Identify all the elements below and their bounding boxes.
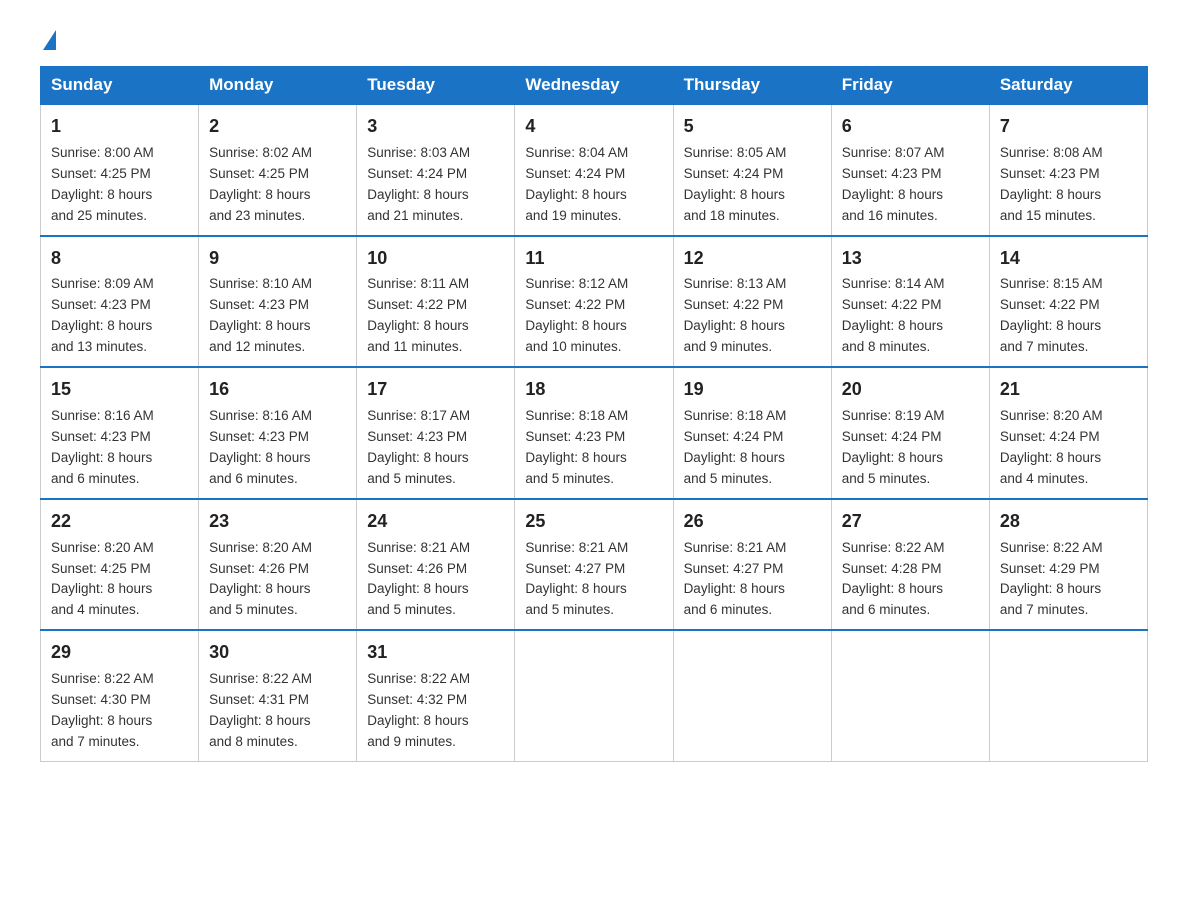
calendar-cell: 24Sunrise: 8:21 AMSunset: 4:26 PMDayligh… xyxy=(357,499,515,631)
calendar-cell: 16Sunrise: 8:16 AMSunset: 4:23 PMDayligh… xyxy=(199,367,357,499)
calendar-cell xyxy=(989,630,1147,761)
calendar-cell: 25Sunrise: 8:21 AMSunset: 4:27 PMDayligh… xyxy=(515,499,673,631)
calendar-header-row: SundayMondayTuesdayWednesdayThursdayFrid… xyxy=(41,67,1148,105)
day-number: 16 xyxy=(209,376,346,404)
calendar-cell: 12Sunrise: 8:13 AMSunset: 4:22 PMDayligh… xyxy=(673,236,831,368)
calendar-cell: 18Sunrise: 8:18 AMSunset: 4:23 PMDayligh… xyxy=(515,367,673,499)
header-thursday: Thursday xyxy=(673,67,831,105)
day-number: 23 xyxy=(209,508,346,536)
day-number: 4 xyxy=(525,113,662,141)
calendar-cell: 27Sunrise: 8:22 AMSunset: 4:28 PMDayligh… xyxy=(831,499,989,631)
calendar-week-row: 15Sunrise: 8:16 AMSunset: 4:23 PMDayligh… xyxy=(41,367,1148,499)
calendar-week-row: 8Sunrise: 8:09 AMSunset: 4:23 PMDaylight… xyxy=(41,236,1148,368)
calendar-cell xyxy=(515,630,673,761)
calendar-cell: 14Sunrise: 8:15 AMSunset: 4:22 PMDayligh… xyxy=(989,236,1147,368)
header-monday: Monday xyxy=(199,67,357,105)
calendar-table: SundayMondayTuesdayWednesdayThursdayFrid… xyxy=(40,66,1148,762)
day-number: 26 xyxy=(684,508,821,536)
day-number: 15 xyxy=(51,376,188,404)
day-number: 10 xyxy=(367,245,504,273)
day-number: 21 xyxy=(1000,376,1137,404)
calendar-week-row: 22Sunrise: 8:20 AMSunset: 4:25 PMDayligh… xyxy=(41,499,1148,631)
calendar-cell: 7Sunrise: 8:08 AMSunset: 4:23 PMDaylight… xyxy=(989,104,1147,236)
calendar-cell: 30Sunrise: 8:22 AMSunset: 4:31 PMDayligh… xyxy=(199,630,357,761)
calendar-cell: 4Sunrise: 8:04 AMSunset: 4:24 PMDaylight… xyxy=(515,104,673,236)
day-number: 19 xyxy=(684,376,821,404)
logo-arrow-icon xyxy=(43,30,56,50)
day-number: 5 xyxy=(684,113,821,141)
calendar-cell: 11Sunrise: 8:12 AMSunset: 4:22 PMDayligh… xyxy=(515,236,673,368)
calendar-cell: 26Sunrise: 8:21 AMSunset: 4:27 PMDayligh… xyxy=(673,499,831,631)
header-sunday: Sunday xyxy=(41,67,199,105)
page-header xyxy=(40,30,1148,46)
calendar-cell: 5Sunrise: 8:05 AMSunset: 4:24 PMDaylight… xyxy=(673,104,831,236)
day-number: 29 xyxy=(51,639,188,667)
day-number: 25 xyxy=(525,508,662,536)
calendar-cell: 9Sunrise: 8:10 AMSunset: 4:23 PMDaylight… xyxy=(199,236,357,368)
calendar-cell: 31Sunrise: 8:22 AMSunset: 4:32 PMDayligh… xyxy=(357,630,515,761)
day-number: 11 xyxy=(525,245,662,273)
day-number: 3 xyxy=(367,113,504,141)
day-number: 17 xyxy=(367,376,504,404)
calendar-cell: 3Sunrise: 8:03 AMSunset: 4:24 PMDaylight… xyxy=(357,104,515,236)
calendar-cell xyxy=(673,630,831,761)
day-number: 31 xyxy=(367,639,504,667)
calendar-cell: 20Sunrise: 8:19 AMSunset: 4:24 PMDayligh… xyxy=(831,367,989,499)
header-saturday: Saturday xyxy=(989,67,1147,105)
day-number: 22 xyxy=(51,508,188,536)
day-number: 8 xyxy=(51,245,188,273)
calendar-week-row: 29Sunrise: 8:22 AMSunset: 4:30 PMDayligh… xyxy=(41,630,1148,761)
header-tuesday: Tuesday xyxy=(357,67,515,105)
day-number: 28 xyxy=(1000,508,1137,536)
calendar-cell: 29Sunrise: 8:22 AMSunset: 4:30 PMDayligh… xyxy=(41,630,199,761)
calendar-week-row: 1Sunrise: 8:00 AMSunset: 4:25 PMDaylight… xyxy=(41,104,1148,236)
day-number: 24 xyxy=(367,508,504,536)
calendar-cell: 8Sunrise: 8:09 AMSunset: 4:23 PMDaylight… xyxy=(41,236,199,368)
calendar-cell: 10Sunrise: 8:11 AMSunset: 4:22 PMDayligh… xyxy=(357,236,515,368)
logo-text xyxy=(40,30,56,52)
day-number: 2 xyxy=(209,113,346,141)
calendar-cell: 19Sunrise: 8:18 AMSunset: 4:24 PMDayligh… xyxy=(673,367,831,499)
day-number: 1 xyxy=(51,113,188,141)
calendar-cell: 6Sunrise: 8:07 AMSunset: 4:23 PMDaylight… xyxy=(831,104,989,236)
day-number: 20 xyxy=(842,376,979,404)
calendar-cell: 15Sunrise: 8:16 AMSunset: 4:23 PMDayligh… xyxy=(41,367,199,499)
calendar-cell: 22Sunrise: 8:20 AMSunset: 4:25 PMDayligh… xyxy=(41,499,199,631)
day-number: 18 xyxy=(525,376,662,404)
calendar-cell: 28Sunrise: 8:22 AMSunset: 4:29 PMDayligh… xyxy=(989,499,1147,631)
calendar-cell: 13Sunrise: 8:14 AMSunset: 4:22 PMDayligh… xyxy=(831,236,989,368)
day-number: 6 xyxy=(842,113,979,141)
calendar-cell: 17Sunrise: 8:17 AMSunset: 4:23 PMDayligh… xyxy=(357,367,515,499)
day-number: 27 xyxy=(842,508,979,536)
logo xyxy=(40,30,56,46)
day-number: 14 xyxy=(1000,245,1137,273)
calendar-cell: 2Sunrise: 8:02 AMSunset: 4:25 PMDaylight… xyxy=(199,104,357,236)
day-number: 7 xyxy=(1000,113,1137,141)
day-number: 30 xyxy=(209,639,346,667)
calendar-cell xyxy=(831,630,989,761)
calendar-cell: 21Sunrise: 8:20 AMSunset: 4:24 PMDayligh… xyxy=(989,367,1147,499)
header-wednesday: Wednesday xyxy=(515,67,673,105)
day-number: 13 xyxy=(842,245,979,273)
calendar-cell: 1Sunrise: 8:00 AMSunset: 4:25 PMDaylight… xyxy=(41,104,199,236)
day-number: 12 xyxy=(684,245,821,273)
day-number: 9 xyxy=(209,245,346,273)
calendar-cell: 23Sunrise: 8:20 AMSunset: 4:26 PMDayligh… xyxy=(199,499,357,631)
header-friday: Friday xyxy=(831,67,989,105)
